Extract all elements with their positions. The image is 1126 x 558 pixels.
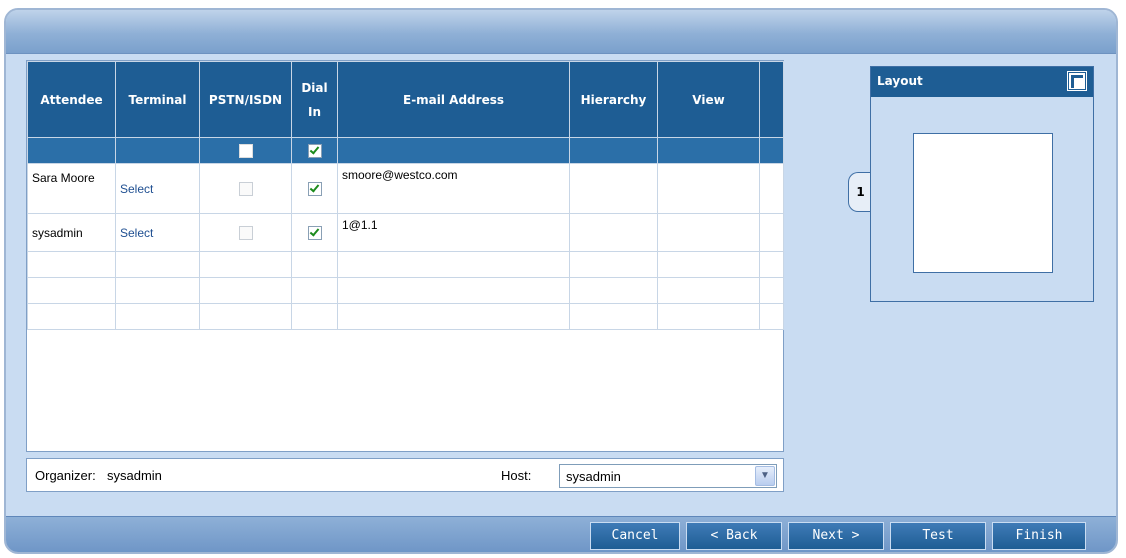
hierarchy-cell [569, 213, 658, 252]
select-all-pstn-checkbox[interactable] [238, 143, 253, 158]
attendee-name: Sara Moore [27, 163, 116, 214]
col-view[interactable]: View [657, 61, 760, 138]
col-dial-in[interactable]: Dial In [291, 61, 338, 138]
view-cell [657, 213, 760, 252]
select-all-dial-in-checkbox[interactable] [307, 143, 322, 158]
col-hierarchy[interactable]: Hierarchy [569, 61, 658, 138]
col-attendee[interactable]: Attendee [27, 61, 116, 138]
terminal-select-link[interactable]: Select [115, 163, 200, 214]
layout-header: Layout [871, 67, 1093, 97]
layout-page-tab[interactable]: 1 [848, 172, 872, 212]
organizer-bar: Organizer: sysadmin Host: sysadmin ▼ [26, 458, 784, 492]
layout-preview[interactable] [913, 133, 1053, 273]
table-row[interactable]: Sara Moore Select smoore@westco.com [27, 163, 784, 214]
attendee-table-area: Attendee Terminal PSTN/ISDN Dial In E-ma… [26, 60, 784, 452]
panel-header [6, 10, 1116, 54]
col-spacer [759, 61, 784, 138]
terminal-select-link[interactable]: Select [115, 213, 200, 252]
empty-row [27, 251, 784, 278]
hierarchy-cell [569, 163, 658, 214]
empty-row [27, 277, 784, 304]
host-label: Host: [501, 468, 532, 483]
organizer-value: sysadmin [107, 468, 162, 483]
empty-row [27, 303, 784, 330]
checkmark-icon [309, 144, 319, 155]
col-terminal[interactable]: Terminal [115, 61, 200, 138]
back-button[interactable]: < Back [686, 522, 782, 550]
col-pstn-isdn[interactable]: PSTN/ISDN [199, 61, 292, 138]
select-all-row [27, 137, 784, 164]
layout-icon[interactable] [1067, 71, 1087, 91]
col-dial-in-label: Dial In [301, 80, 328, 119]
col-email[interactable]: E-mail Address [337, 61, 570, 138]
layout-panel: Layout [870, 66, 1094, 302]
checkmark-icon [309, 226, 319, 237]
layout-title: Layout [877, 74, 923, 88]
pstn-checkbox [238, 225, 253, 240]
table-row[interactable]: sysadmin Select 1@1.1 [27, 213, 784, 252]
table-header-row: Attendee Terminal PSTN/ISDN Dial In E-ma… [27, 61, 784, 138]
dial-in-checkbox[interactable] [307, 181, 322, 196]
chevron-down-icon[interactable]: ▼ [755, 466, 775, 486]
attendee-name: sysadmin [27, 213, 116, 252]
finish-button[interactable]: Finish [992, 522, 1086, 550]
email-cell: 1@1.1 [337, 213, 570, 252]
host-select[interactable]: sysadmin ▼ [559, 464, 777, 488]
host-select-value: sysadmin [566, 469, 621, 484]
cancel-button[interactable]: Cancel [590, 522, 680, 550]
dialog-frame: Attendee Terminal PSTN/ISDN Dial In E-ma… [0, 0, 1126, 558]
dial-in-checkbox[interactable] [307, 225, 322, 240]
test-button[interactable]: Test [890, 522, 986, 550]
email-cell: smoore@westco.com [337, 163, 570, 214]
organizer-label: Organizer: [35, 468, 96, 483]
pstn-checkbox [238, 181, 253, 196]
next-button[interactable]: Next > [788, 522, 884, 550]
checkmark-icon [309, 182, 319, 193]
view-cell [657, 163, 760, 214]
attendee-table: Attendee Terminal PSTN/ISDN Dial In E-ma… [27, 61, 784, 330]
